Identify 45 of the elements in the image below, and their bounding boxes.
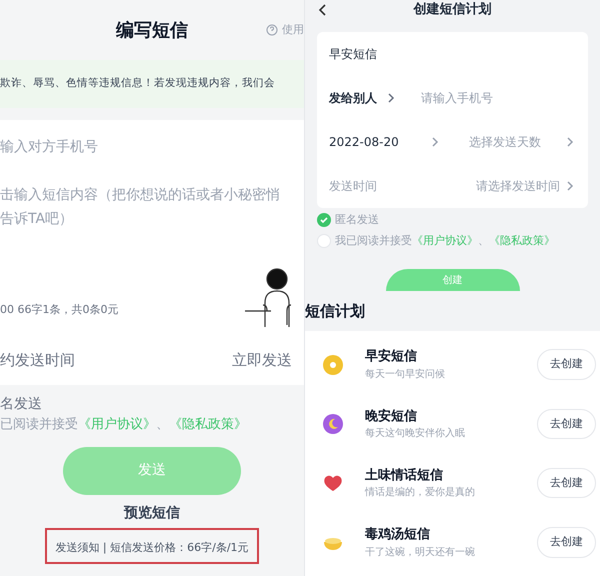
checkbox[interactable] bbox=[317, 213, 331, 228]
phone-field[interactable]: 输入对方手机号 bbox=[0, 120, 304, 175]
plan-subtitle: 每天这句晚安伴你入眠 bbox=[365, 426, 466, 442]
privacy-policy-link[interactable]: 《隐私政策》 bbox=[169, 417, 247, 432]
recipient-selector[interactable]: 发给别人 bbox=[329, 89, 377, 107]
page-title: 创建短信计划 bbox=[414, 1, 492, 20]
create-plan-button[interactable]: 去创建 bbox=[537, 468, 596, 498]
plan-title: 早安短信 bbox=[365, 348, 418, 366]
send-button[interactable]: 发送 bbox=[63, 446, 241, 494]
preview-link[interactable]: 预览短信 bbox=[124, 502, 180, 524]
notice-banner: 欺诈、辱骂、色情等违规信息！若发现违规内容，我们会 bbox=[0, 60, 304, 108]
privacy-policy-link[interactable]: 《隐私政策》 bbox=[489, 234, 555, 246]
start-date[interactable]: 2022-08-20 bbox=[329, 133, 429, 151]
plan-title: 土味情话短信 bbox=[365, 466, 444, 485]
plan-title: 晚安短信 bbox=[365, 408, 418, 426]
plan-subtitle: 情话是编的，爱你是真的 bbox=[365, 486, 476, 500]
char-counter: 00 66字1条，共0条0元 bbox=[0, 302, 118, 318]
schedule-option[interactable]: 约发送时间 bbox=[0, 348, 75, 372]
check-icon bbox=[319, 215, 329, 226]
plan-name: 早安短信 bbox=[329, 46, 377, 63]
days-selector[interactable]: 选择发送天数 bbox=[469, 133, 564, 151]
message-field[interactable]: 击输入短信内容（把你想说的话或者小秘密悄 告诉TA吧） bbox=[0, 175, 304, 285]
agreement-text: 已阅读并接受《用户协议》、《隐私政策》 bbox=[0, 416, 248, 434]
create-plan-button[interactable]: 去创建 bbox=[537, 408, 596, 440]
help-link[interactable]: 使用 bbox=[282, 22, 304, 38]
create-plan-button[interactable]: 去创建 bbox=[537, 527, 596, 558]
page-title: 编写短信 bbox=[116, 18, 188, 42]
send-now-option[interactable]: 立即发送 bbox=[232, 348, 292, 372]
plan-title: 毒鸡汤短信 bbox=[365, 526, 431, 544]
anonymous-label[interactable]: 名发送 bbox=[0, 397, 304, 411]
checkbox[interactable] bbox=[317, 234, 331, 248]
help-icon[interactable] bbox=[266, 24, 278, 36]
create-button[interactable]: 创建 bbox=[386, 269, 520, 291]
phone-field[interactable]: 请输入手机号 bbox=[421, 89, 493, 107]
user-agreement-link[interactable]: 《用户协议》 bbox=[78, 417, 156, 432]
time-selector[interactable]: 请选择发送时间 bbox=[476, 177, 560, 195]
plan-subtitle: 每天一句早安问候 bbox=[365, 368, 446, 382]
user-agreement-link[interactable]: 《用户协议》 bbox=[412, 234, 478, 246]
create-plan-button[interactable]: 去创建 bbox=[537, 349, 596, 380]
price-note: 发送须知 | 短信发送价格：66字/条/1元 bbox=[55, 540, 249, 554]
section-title: 短信计划 bbox=[305, 300, 365, 322]
time-label: 发送时间 bbox=[329, 178, 378, 195]
option-label: 匿名发送 bbox=[335, 212, 379, 228]
plan-subtitle: 干了这碗，明天还有一碗 bbox=[365, 546, 476, 560]
option-label: 我已阅读并接受《用户协议》、《隐私政策》 bbox=[335, 232, 555, 248]
